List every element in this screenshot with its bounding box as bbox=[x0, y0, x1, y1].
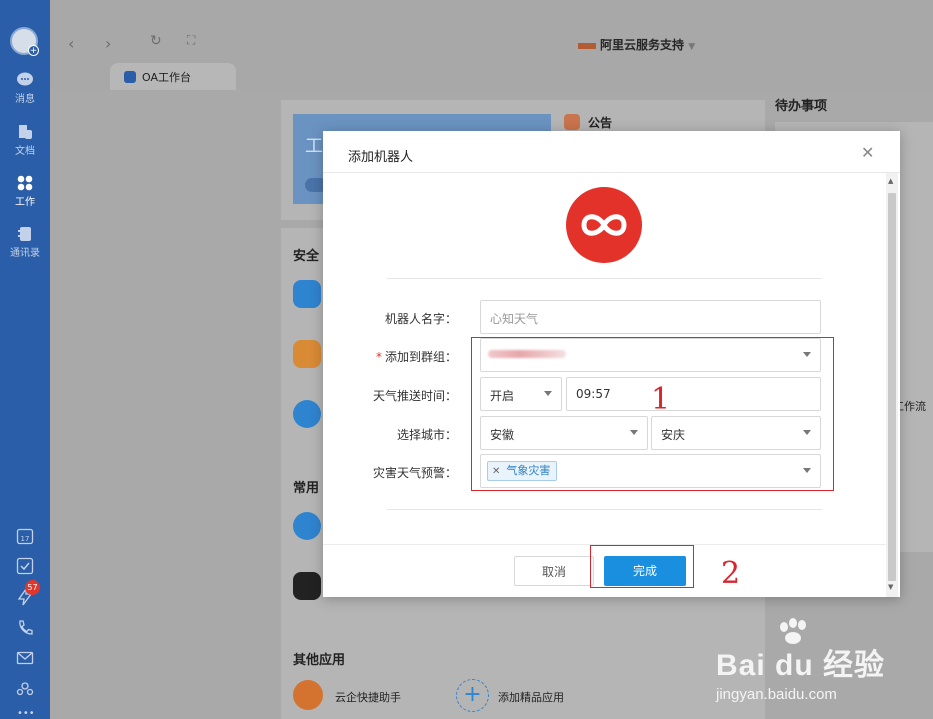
cancel-button[interactable]: 取消 bbox=[514, 556, 594, 586]
baidu-watermark: Bai du 经验 jingyan.baidu.com bbox=[716, 618, 886, 703]
window-topbar: ‹ › ↻ ⛶ 阿里云服务支持 ▼ OA工作台 bbox=[50, 0, 933, 90]
robot-logo bbox=[566, 187, 642, 263]
document-icon bbox=[19, 125, 32, 139]
team-icon[interactable] bbox=[16, 680, 34, 698]
add-app-label: 添加精品应用 bbox=[498, 691, 564, 704]
sidebar-item-contacts[interactable]: 通讯录 bbox=[0, 226, 50, 259]
address-book-icon bbox=[18, 227, 31, 241]
forward-icon[interactable]: › bbox=[105, 34, 111, 53]
sidebar-item-label: 文档 bbox=[15, 146, 35, 157]
robot-name-value: 心知天气 bbox=[490, 312, 539, 326]
scroll-up-icon[interactable]: ▲ bbox=[888, 177, 893, 185]
checkbox-task-icon[interactable] bbox=[16, 557, 34, 575]
notice-label: 公告 bbox=[588, 116, 613, 130]
add-app-icon[interactable]: + bbox=[456, 679, 489, 712]
chevron-down-icon: ▼ bbox=[688, 42, 696, 52]
back-icon[interactable]: ‹ bbox=[68, 34, 74, 53]
calendar-icon[interactable]: 17 bbox=[16, 527, 34, 545]
infinity-icon bbox=[581, 214, 627, 236]
sidebar-item-label: 工作 bbox=[15, 197, 35, 208]
workbench-icon bbox=[124, 71, 136, 83]
sidebar-item-docs[interactable]: 文档 bbox=[0, 124, 50, 157]
annotation-number-1: 1 bbox=[651, 382, 671, 417]
cloud-app-icon bbox=[293, 280, 321, 308]
close-icon[interactable]: ✕ bbox=[861, 143, 874, 162]
notification-badge: 57 bbox=[25, 580, 40, 595]
planet-app-icon bbox=[293, 400, 321, 428]
app-sidebar: + 消息 文档 工作 通讯录 17 57 ••• bbox=[0, 0, 50, 719]
group-label: * 添加到群组： bbox=[375, 350, 457, 364]
scroll-down-icon[interactable]: ▼ bbox=[888, 583, 893, 591]
org-name: 阿里云服务支持 bbox=[600, 38, 685, 52]
phone-icon[interactable] bbox=[16, 619, 34, 637]
city-label: 选择城市： bbox=[396, 428, 457, 442]
notice-icon bbox=[564, 114, 580, 130]
more-icon[interactable]: ••• bbox=[17, 708, 35, 719]
chat-bubble-icon bbox=[17, 72, 33, 86]
section-security: 安全 bbox=[293, 249, 320, 264]
sidebar-item-work[interactable]: 工作 bbox=[0, 175, 50, 208]
dialog-header: 添加机器人 ✕ bbox=[323, 131, 900, 173]
todo-title: 待办事项 bbox=[775, 99, 828, 114]
helper-app-icon bbox=[293, 680, 323, 710]
org-switcher[interactable]: 阿里云服务支持 ▼ bbox=[578, 36, 695, 53]
robot-name-input[interactable]: 心知天气 bbox=[480, 300, 821, 334]
dialog-scrollbar[interactable]: ▲ ▼ bbox=[886, 173, 898, 597]
dialog-title: 添加机器人 bbox=[348, 150, 414, 165]
user-avatar[interactable]: + bbox=[10, 27, 39, 56]
annotation-number-2: 2 bbox=[721, 556, 741, 591]
mail-icon[interactable] bbox=[16, 649, 34, 667]
add-status-icon[interactable]: + bbox=[28, 45, 39, 56]
svg-text:17: 17 bbox=[21, 535, 30, 543]
paw-logo-icon bbox=[780, 618, 806, 644]
scrollbar-thumb[interactable] bbox=[888, 193, 896, 581]
warning-label: 灾害天气预警： bbox=[372, 466, 457, 480]
helper-app-label: 云企快捷助手 bbox=[335, 691, 401, 704]
tab-oa-workbench[interactable]: OA工作台 bbox=[110, 63, 236, 90]
sidebar-item-label: 消息 bbox=[15, 94, 35, 105]
watermark-url: jingyan.baidu.com bbox=[716, 686, 837, 703]
sidebar-item-messages[interactable]: 消息 bbox=[0, 72, 50, 105]
grid-icon bbox=[17, 175, 33, 191]
section-other: 其他应用 bbox=[293, 653, 346, 668]
fullscreen-icon[interactable]: ⛶ bbox=[187, 33, 195, 48]
annotation-box-2 bbox=[590, 545, 694, 588]
tab-label: OA工作台 bbox=[142, 71, 191, 84]
sidebar-item-label: 通讯录 bbox=[10, 248, 40, 259]
divider-bottom bbox=[387, 509, 822, 510]
refresh-icon[interactable]: ↻ bbox=[150, 33, 162, 49]
push-time-label: 天气推送时间： bbox=[372, 389, 457, 403]
common-app-icon bbox=[293, 512, 321, 540]
divider-top bbox=[387, 278, 822, 279]
name-label: 机器人名字： bbox=[384, 312, 457, 326]
link-app-icon bbox=[293, 572, 321, 600]
org-logo-icon bbox=[578, 42, 596, 49]
watermark-brand: Bai du 经验 bbox=[716, 649, 886, 682]
